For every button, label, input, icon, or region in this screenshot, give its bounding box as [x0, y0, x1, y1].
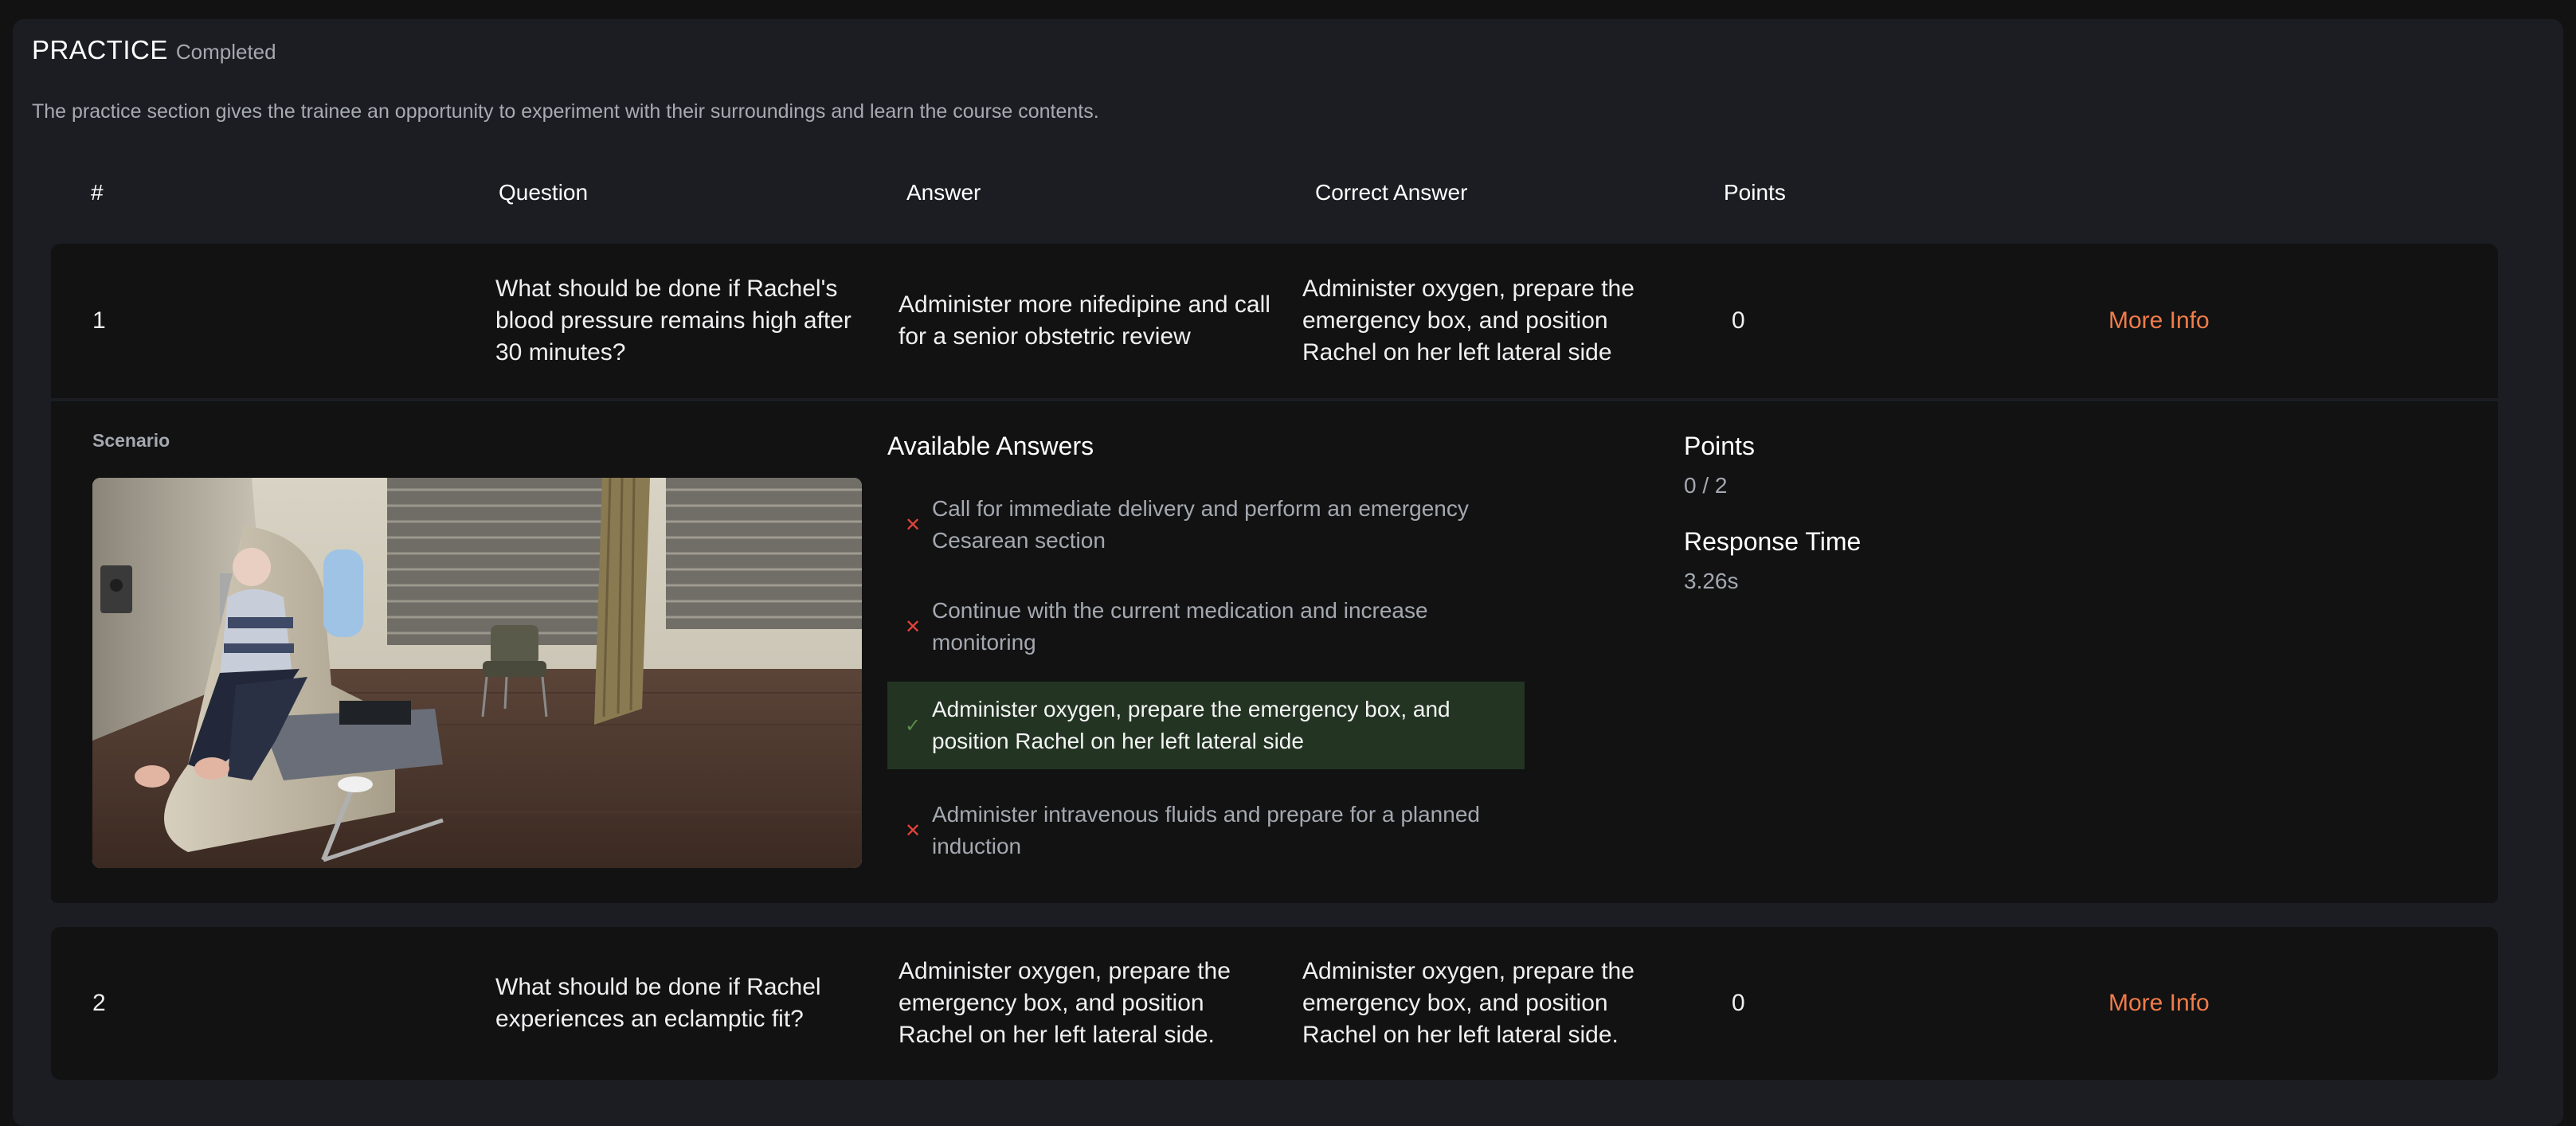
points-label: Points [1684, 432, 1755, 460]
answer-text: Call for immediate delivery and perform … [932, 496, 1469, 553]
answer-text: Administer intravenous fluids and prepar… [932, 802, 1480, 858]
header-number: # [91, 180, 104, 205]
row-points: 0 [1732, 990, 1745, 1016]
cross-icon: ✕ [904, 616, 922, 638]
row-question: What should be done if Rachel's blood pr… [495, 276, 851, 366]
row-correct-answer: Administer oxygen, prepare the emergency… [1302, 276, 1634, 366]
header-question: Question [499, 180, 589, 205]
header-points: Points [1724, 180, 1786, 205]
row-answer: Administer oxygen, prepare the emergency… [898, 958, 1231, 1048]
more-info-link[interactable]: More Info [2108, 927, 2210, 1080]
table-row[interactable]: 1 What should be done if Rachel's blood … [51, 244, 2498, 398]
section-description: The practice section gives the trainee a… [32, 100, 1099, 123]
scenario-image [92, 478, 862, 868]
answer-option-4: ✕ Administer intravenous fluids and prep… [887, 787, 1525, 874]
points-value: 0 / 2 [1684, 473, 1728, 498]
answer-text: Administer oxygen, prepare the emergency… [932, 697, 1450, 753]
more-info-link[interactable]: More Info [2108, 244, 2210, 398]
available-answers-title: Available Answers [887, 432, 1094, 460]
answer-text: Continue with the current medication and… [932, 598, 1428, 655]
scenario-label: Scenario [92, 430, 170, 451]
cross-icon: ✕ [904, 514, 922, 536]
table-header: # Question Answer Correct Answer Points [0, 180, 2551, 212]
section-title: PRACTICE [32, 35, 168, 65]
section-header: PRACTICE Completed [32, 35, 276, 65]
answer-option-1: ✕ Call for immediate delivery and perfor… [887, 481, 1525, 569]
row-number: 1 [92, 307, 106, 334]
row-detail-panel: Scenario Available Answers ✕ Call for im… [51, 398, 2498, 903]
response-time-value: 3.26s [1684, 569, 1739, 593]
row-number: 2 [92, 990, 106, 1016]
row-question: What should be done if Rachel experience… [495, 974, 821, 1032]
row-points: 0 [1732, 307, 1745, 334]
response-time-label: Response Time [1684, 527, 1862, 556]
cross-icon: ✕ [904, 819, 922, 842]
answer-option-3-correct: ✓ Administer oxygen, prepare the emergen… [887, 682, 1525, 769]
row-correct-answer: Administer oxygen, prepare the emergency… [1302, 958, 1634, 1048]
row-answer: Administer more nifedipine and call for … [898, 291, 1270, 350]
header-answer: Answer [906, 180, 981, 205]
answer-option-2: ✕ Continue with the current medication a… [887, 583, 1525, 671]
table-row[interactable]: 2 What should be done if Rachel experien… [51, 927, 2498, 1080]
check-icon: ✓ [904, 714, 922, 737]
section-status: Completed [175, 40, 276, 64]
header-correct-answer: Correct Answer [1315, 180, 1468, 205]
